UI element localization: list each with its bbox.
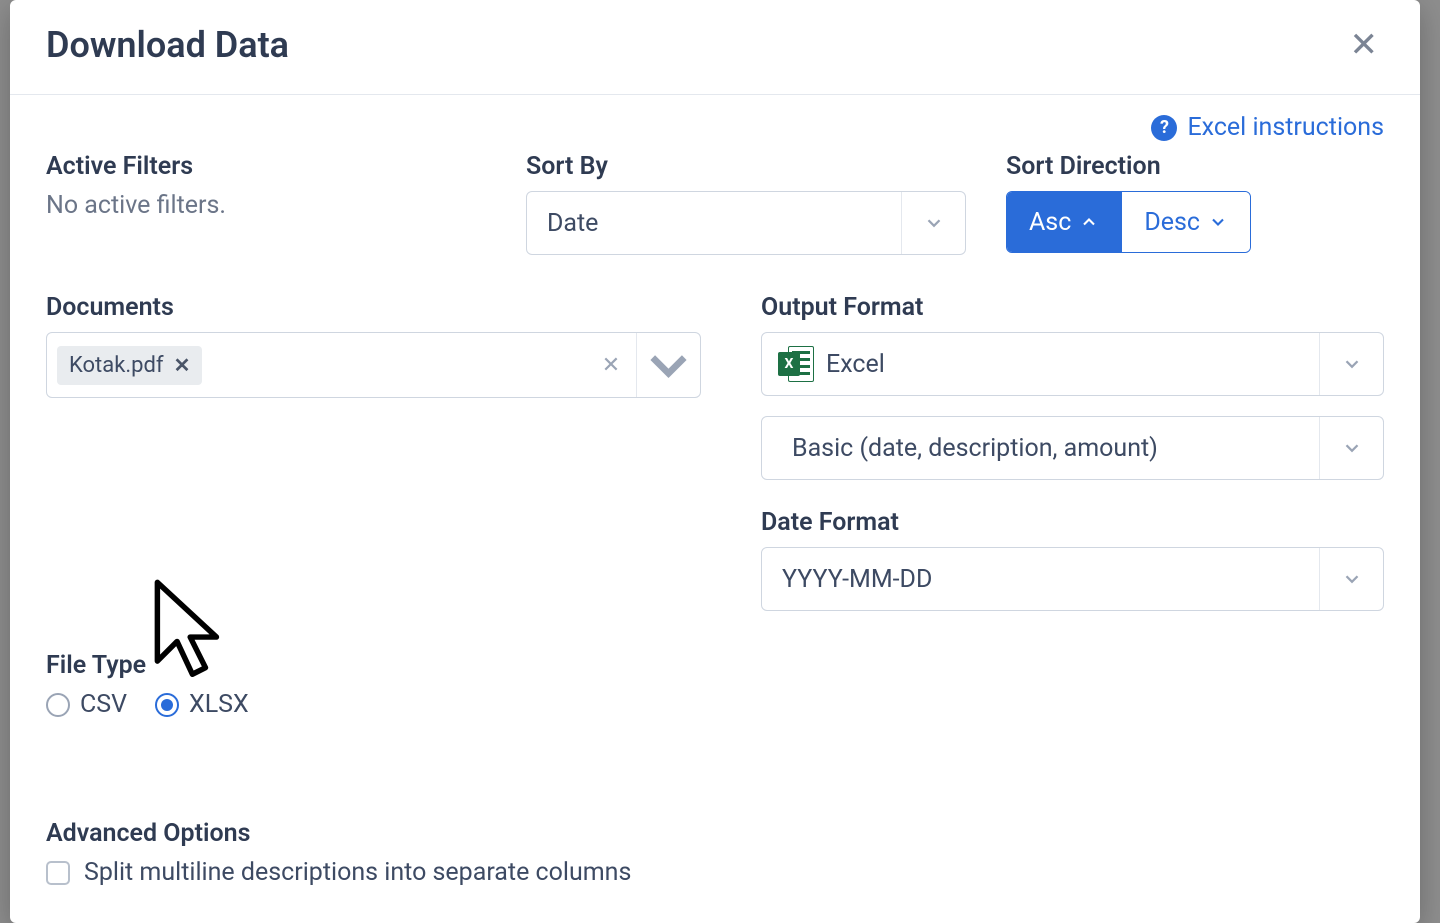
sort-asc-button[interactable]: Asc <box>1007 192 1121 252</box>
sort-by-select[interactable]: Date <box>526 191 966 255</box>
split-multiline-label: Split multiline descriptions into separa… <box>84 858 631 887</box>
active-filters-label: Active Filters <box>46 152 486 181</box>
split-multiline-option[interactable]: Split multiline descriptions into separa… <box>46 858 1384 887</box>
active-filters-status: No active filters. <box>46 191 486 220</box>
document-chip: Kotak.pdf ✕ <box>57 346 202 385</box>
clear-all-icon[interactable]: ✕ <box>586 353 636 378</box>
file-type-csv-label: CSV <box>80 690 127 719</box>
output-format-label: Output Format <box>761 293 1384 322</box>
output-format-value: Excel <box>814 350 1319 379</box>
checkbox-icon <box>46 861 70 885</box>
modal-header: Download Data ✕ <box>10 0 1420 95</box>
documents-multiselect[interactable]: Kotak.pdf ✕ ✕ <box>46 332 701 398</box>
chevron-down-icon <box>1319 548 1383 610</box>
modal-body: ? Excel instructions Active Filters No a… <box>10 95 1420 923</box>
file-type-section: File Type CSV XLSX <box>46 651 701 719</box>
file-type-label: File Type <box>46 651 701 680</box>
sort-direction-section: Sort Direction Asc Desc <box>1006 152 1384 255</box>
chevron-down-icon <box>1208 212 1228 232</box>
row-filters-sort: Active Filters No active filters. Sort B… <box>46 152 1384 255</box>
date-format-label: Date Format <box>761 508 1384 537</box>
date-format-select[interactable]: YYYY-MM-DD <box>761 547 1384 611</box>
close-icon: ✕ <box>1350 25 1379 65</box>
question-circle-icon: ? <box>1151 115 1177 141</box>
active-filters-section: Active Filters No active filters. <box>46 152 486 255</box>
sort-desc-button[interactable]: Desc <box>1121 192 1250 252</box>
chevron-down-icon <box>901 192 965 254</box>
modal-title: Download Data <box>46 24 289 66</box>
sort-by-value: Date <box>527 209 901 238</box>
excel-icon: X <box>778 346 814 382</box>
output-preset-value: Basic (date, description, amount) <box>762 434 1319 463</box>
chevron-up-icon <box>1079 212 1099 232</box>
radio-icon <box>46 693 70 717</box>
advanced-options-section: Advanced Options Split multiline descrip… <box>46 819 1384 887</box>
radio-selected-icon <box>155 693 179 717</box>
sort-desc-label: Desc <box>1144 208 1200 237</box>
download-data-modal: Download Data ✕ ? Excel instructions Act… <box>10 0 1420 923</box>
chevron-down-icon <box>1319 333 1383 395</box>
advanced-options-label: Advanced Options <box>46 819 1384 848</box>
file-type-xlsx-label: XLSX <box>189 690 249 719</box>
documents-label: Documents <box>46 293 701 322</box>
output-format-select[interactable]: X Excel <box>761 332 1384 396</box>
remove-chip-icon[interactable]: ✕ <box>174 353 191 377</box>
sort-direction-toggle: Asc Desc <box>1006 191 1251 253</box>
sort-by-label: Sort By <box>526 152 966 181</box>
sort-direction-label: Sort Direction <box>1006 152 1384 181</box>
document-chip-label: Kotak.pdf <box>69 353 164 378</box>
output-preset-select[interactable]: Basic (date, description, amount) <box>761 416 1384 480</box>
help-row: ? Excel instructions <box>46 113 1384 142</box>
output-format-section: Output Format X Excel Basic (date, descr… <box>761 293 1384 611</box>
sort-asc-label: Asc <box>1029 208 1071 237</box>
close-button[interactable]: ✕ <box>1344 24 1385 66</box>
row-documents-output: Documents Kotak.pdf ✕ ✕ Output Format <box>46 293 1384 611</box>
excel-instructions-link[interactable]: Excel instructions <box>1187 113 1384 142</box>
documents-section: Documents Kotak.pdf ✕ ✕ <box>46 293 701 611</box>
chevron-down-icon <box>1319 417 1383 479</box>
chevron-down-icon <box>636 333 700 397</box>
file-type-radio-group: CSV XLSX <box>46 690 701 719</box>
date-format-value: YYYY-MM-DD <box>762 565 1319 594</box>
file-type-xlsx[interactable]: XLSX <box>155 690 249 719</box>
sort-by-section: Sort By Date <box>526 152 966 255</box>
file-type-csv[interactable]: CSV <box>46 690 127 719</box>
